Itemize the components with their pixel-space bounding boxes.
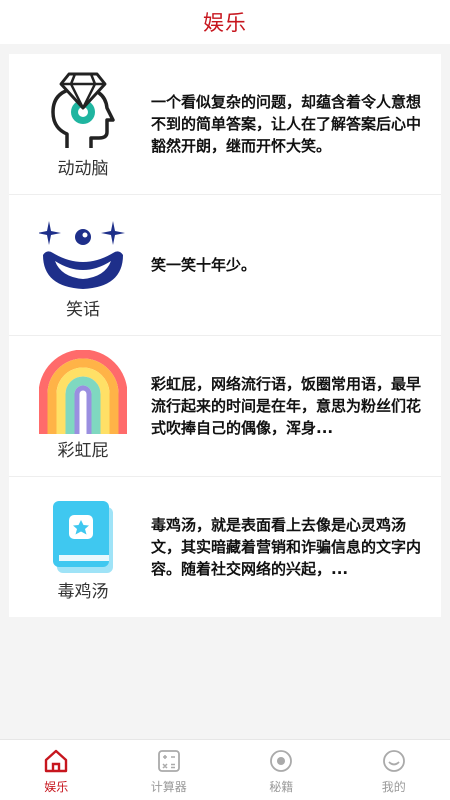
item-description: 一个看似复杂的问题，却蕴含着令人意想不到的简单答案，让人在了解答案后心中豁然开朗…: [151, 93, 422, 155]
item-label: 笑话: [66, 300, 100, 320]
header: 娱乐: [0, 0, 450, 44]
target-icon: [270, 750, 293, 772]
list-item-brain-teaser[interactable]: 动动脑 一个看似复杂的问题，却蕴含着令人意想不到的简单答案，让人在了解答案后心中…: [9, 54, 441, 195]
tab-secrets[interactable]: 秘籍: [225, 740, 338, 800]
item-description: 彩虹屁，网络流行语，饭圈常用语，最早流行起来的时间是在年，意思为粉丝们花式吹捧自…: [151, 375, 422, 437]
tab-entertainment[interactable]: 娱乐: [0, 740, 113, 800]
tab-label: 我的: [381, 780, 406, 794]
item-description: 笑一笑十年少。: [151, 256, 257, 274]
list-item-jokes[interactable]: 笑话 笑一笑十年少。: [9, 195, 441, 336]
tab-label: 计算器: [150, 780, 187, 794]
rainbow-icon: [39, 350, 127, 434]
book-flower-icon: [53, 501, 113, 573]
tab-label: 秘籍: [269, 780, 294, 794]
list-item-poison-soup[interactable]: 毒鸡汤 毒鸡汤，就是表面看上去像是心灵鸡汤文，其实暗藏着营销和诈骗信息的文字内容…: [9, 477, 441, 617]
home-icon: [45, 749, 68, 773]
item-label: 彩虹屁: [57, 441, 109, 461]
tab-calculator[interactable]: 计算器: [113, 740, 226, 800]
item-label: 动动脑: [57, 159, 109, 179]
clown-face-icon: [39, 221, 125, 289]
entertainment-list: 动动脑 一个看似复杂的问题，却蕴含着令人意想不到的简单答案，让人在了解答案后心中…: [9, 54, 441, 617]
item-description: 毒鸡汤，就是表面看上去像是心灵鸡汤文，其实暗藏着营销和诈骗信息的文字内容。随着社…: [151, 516, 422, 578]
bottom-tab-bar: 娱乐 计算器 秘籍 我的: [0, 739, 450, 800]
smiley-icon: [382, 750, 405, 772]
page-title: 娱乐: [203, 11, 247, 35]
tab-label: 娱乐: [44, 780, 69, 794]
list-item-rainbow-praise[interactable]: 彩虹屁 彩虹屁，网络流行语，饭圈常用语，最早流行起来的时间是在年，意思为粉丝们花…: [9, 336, 441, 477]
tab-mine[interactable]: 我的: [338, 740, 450, 800]
item-label: 毒鸡汤: [57, 582, 109, 602]
calculator-icon: [157, 750, 180, 772]
brain-diamond-icon: [51, 72, 115, 148]
